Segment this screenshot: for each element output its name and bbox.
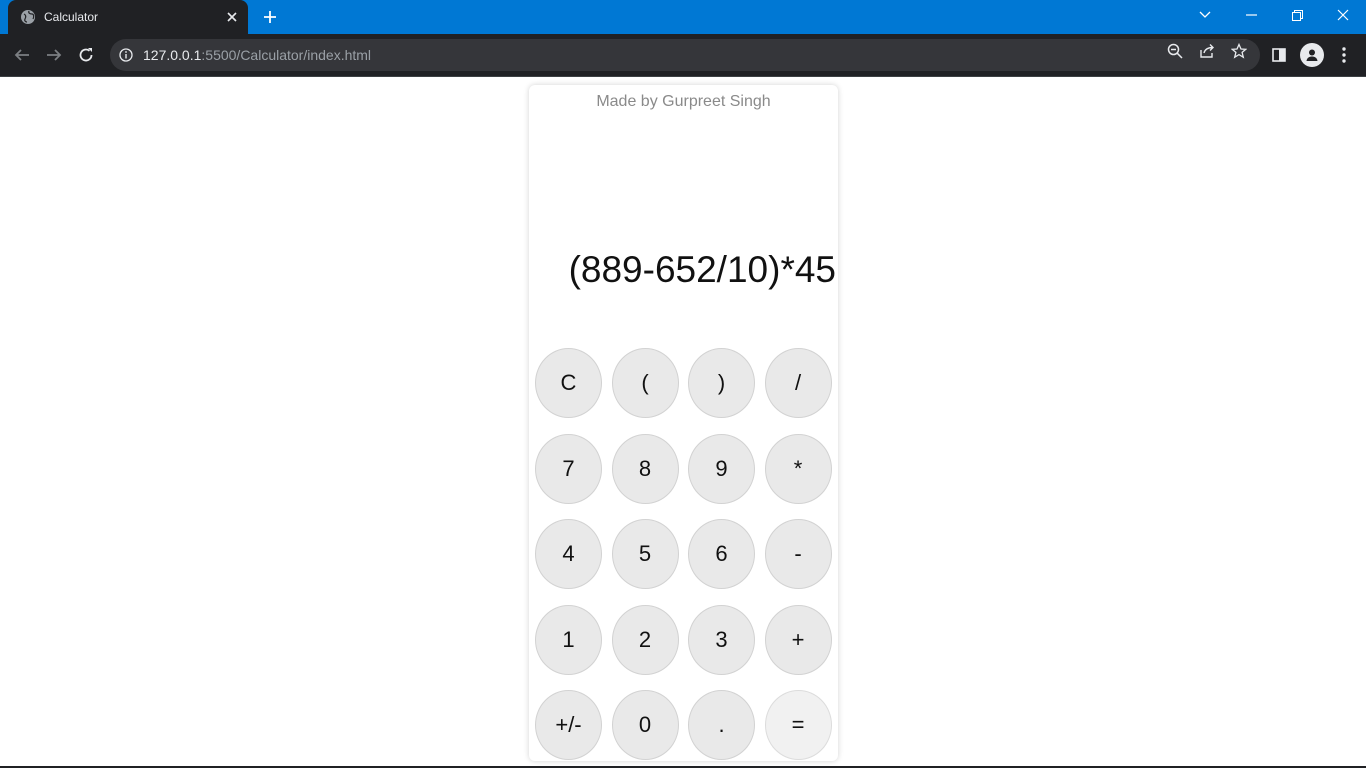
page-viewport: Made by Gurpreet Singh (889-652/10)*45 C… xyxy=(0,77,1366,766)
key-4[interactable]: 4 xyxy=(535,519,602,589)
key-9[interactable]: 9 xyxy=(688,433,755,504)
sidepanel-icon[interactable] xyxy=(1268,44,1290,66)
url-text: 127.0.0.1:5500/Calculator/index.html xyxy=(143,47,371,63)
key-0[interactable]: 0 xyxy=(611,690,679,760)
key-open-paren[interactable]: ( xyxy=(611,348,679,418)
url-host: 127.0.0.1 xyxy=(143,47,202,63)
info-icon[interactable] xyxy=(118,47,134,63)
keypad: C ( ) / 7 8 9 * 4 5 6 - 1 2 3 + +/- 0 . … xyxy=(535,348,832,760)
key-7[interactable]: 7 xyxy=(535,433,602,504)
key-8[interactable]: 8 xyxy=(611,433,679,504)
back-icon[interactable] xyxy=(7,40,37,70)
calculator: Made by Gurpreet Singh (889-652/10)*45 C… xyxy=(529,85,838,761)
share-icon[interactable] xyxy=(1198,42,1216,60)
forward-icon[interactable] xyxy=(39,40,69,70)
tab-title: Calculator xyxy=(44,10,99,24)
profile-icon[interactable] xyxy=(1300,43,1324,67)
address-bar[interactable]: 127.0.0.1:5500/Calculator/index.html xyxy=(110,39,1260,71)
key-3[interactable]: 3 xyxy=(688,604,755,675)
minimize-icon[interactable] xyxy=(1228,0,1274,30)
close-icon[interactable] xyxy=(220,5,244,29)
key-5[interactable]: 5 xyxy=(611,519,679,589)
zoom-icon[interactable] xyxy=(1166,42,1184,60)
key-6[interactable]: 6 xyxy=(688,519,755,589)
window-close-icon[interactable] xyxy=(1320,0,1366,30)
key-decimal[interactable]: . xyxy=(688,690,755,760)
menu-icon[interactable] xyxy=(1333,44,1355,66)
plus-icon[interactable] xyxy=(258,5,282,29)
key-add[interactable]: + xyxy=(764,604,832,675)
reload-icon[interactable] xyxy=(71,40,101,70)
title-bar: Calculator xyxy=(0,0,1366,34)
key-close-paren[interactable]: ) xyxy=(688,348,755,418)
star-icon[interactable] xyxy=(1230,42,1248,60)
url-path: :5500/Calculator/index.html xyxy=(201,47,372,63)
key-1[interactable]: 1 xyxy=(535,604,602,675)
browser-tab[interactable]: Calculator xyxy=(8,0,248,34)
chevron-down-icon[interactable] xyxy=(1182,0,1228,30)
key-2[interactable]: 2 xyxy=(611,604,679,675)
key-multiply[interactable]: * xyxy=(764,433,832,504)
key-subtract[interactable]: - xyxy=(764,519,832,589)
key-divide[interactable]: / xyxy=(764,348,832,418)
restore-icon[interactable] xyxy=(1274,0,1320,30)
calculator-display: (889-652/10)*45 xyxy=(568,249,836,290)
key-negate[interactable]: +/- xyxy=(535,690,602,760)
globe-icon xyxy=(20,9,36,25)
key-equals[interactable]: = xyxy=(764,690,832,760)
credit-text: Made by Gurpreet Singh xyxy=(596,93,771,110)
key-clear[interactable]: C xyxy=(535,348,602,418)
browser-toolbar: 127.0.0.1:5500/Calculator/index.html xyxy=(0,34,1366,77)
